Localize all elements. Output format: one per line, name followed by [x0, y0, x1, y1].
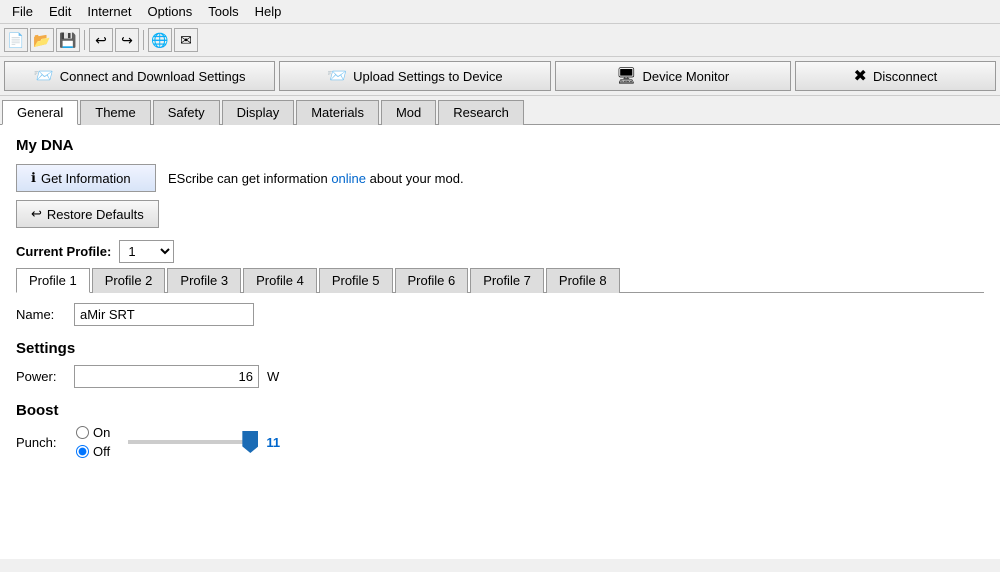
tab-display[interactable]: Display [222, 100, 295, 125]
info-text: EScribe can get information online about… [168, 171, 464, 186]
profile-tab-2[interactable]: Profile 2 [92, 268, 166, 293]
disconnect-label: Disconnect [873, 69, 937, 84]
profile-tab-4[interactable]: Profile 4 [243, 268, 317, 293]
device-monitor-button[interactable]: 🖥 Device Monitor [555, 61, 791, 91]
tab-materials[interactable]: Materials [296, 100, 379, 125]
my-dna-title: My DNA [16, 137, 984, 154]
profile-tab-1[interactable]: Profile 1 [16, 268, 90, 293]
tab-mod[interactable]: Mod [381, 100, 436, 125]
toolbar: 📄 📂 💾 ↩ ↪ 🌐 ✉ [0, 24, 1000, 57]
profile-tab-6[interactable]: Profile 6 [395, 268, 469, 293]
tab-research[interactable]: Research [438, 100, 524, 125]
profile-tab-8[interactable]: Profile 8 [546, 268, 620, 293]
menu-file[interactable]: File [4, 2, 41, 21]
boost-title: Boost [16, 402, 984, 419]
get-info-label: Get Information [41, 171, 131, 186]
punch-radio-group: On Off [76, 425, 110, 459]
main-content: My DNA ℹ Get Information EScribe can get… [0, 125, 1000, 559]
profile-tab-bar: Profile 1 Profile 2 Profile 3 Profile 4 … [16, 267, 984, 293]
power-input[interactable] [74, 365, 259, 388]
get-info-row: ℹ Get Information EScribe can get inform… [16, 164, 984, 192]
menu-internet[interactable]: Internet [79, 2, 139, 21]
toolbar-internet[interactable]: 🌐 [148, 28, 172, 52]
disconnect-button[interactable]: ✖ Disconnect [795, 61, 996, 91]
boost-slider-value: 11 [266, 435, 280, 450]
boost-slider[interactable] [128, 440, 258, 444]
profile-select[interactable]: 1 2 3 4 5 6 7 8 [119, 240, 174, 263]
tab-general[interactable]: General [2, 100, 78, 125]
main-tab-bar: General Theme Safety Display Materials M… [0, 96, 1000, 125]
punch-label: Punch: [16, 435, 66, 450]
info-text-after: about your mod. [366, 171, 464, 186]
connect-label: Connect and Download Settings [60, 69, 246, 84]
punch-on-option[interactable]: On [76, 425, 110, 440]
restore-defaults-button[interactable]: ↩ Restore Defaults [16, 200, 159, 228]
menu-bar: File Edit Internet Options Tools Help [0, 0, 1000, 24]
name-label: Name: [16, 307, 66, 322]
name-input[interactable] [74, 303, 254, 326]
tab-safety[interactable]: Safety [153, 100, 220, 125]
power-label: Power: [16, 369, 66, 384]
upload-settings-button[interactable]: 📨 Upload Settings to Device [279, 61, 550, 91]
profile-selector: Current Profile: 1 2 3 4 5 6 7 8 [16, 240, 984, 263]
toolbar-redo[interactable]: ↪ [115, 28, 139, 52]
restore-row: ↩ Restore Defaults [16, 200, 984, 228]
upload-icon: 📨 [327, 66, 347, 86]
profile-tab-5[interactable]: Profile 5 [319, 268, 393, 293]
profile-tab-3[interactable]: Profile 3 [167, 268, 241, 293]
menu-edit[interactable]: Edit [41, 2, 79, 21]
menu-options[interactable]: Options [139, 2, 200, 21]
punch-on-label: On [93, 425, 110, 440]
connect-download-button[interactable]: 📨 Connect and Download Settings [4, 61, 275, 91]
boost-slider-container: 11 [128, 435, 280, 450]
restore-label: Restore Defaults [47, 207, 144, 222]
monitor-icon: 🖥 [616, 66, 636, 86]
get-information-button[interactable]: ℹ Get Information [16, 164, 156, 192]
punch-off-label: Off [93, 444, 110, 459]
toolbar-open[interactable]: 📂 [30, 28, 54, 52]
disconnect-icon: ✖ [854, 66, 867, 86]
menu-help[interactable]: Help [247, 2, 290, 21]
punch-row: Punch: On Off 11 [16, 425, 984, 459]
toolbar-email[interactable]: ✉ [174, 28, 198, 52]
monitor-label: Device Monitor [642, 69, 729, 84]
toolbar-separator-2 [143, 30, 144, 50]
action-bar: 📨 Connect and Download Settings 📨 Upload… [0, 57, 1000, 96]
connect-icon: 📨 [34, 66, 54, 86]
menu-tools[interactable]: Tools [200, 2, 246, 21]
toolbar-separator-1 [84, 30, 85, 50]
info-icon: ℹ [31, 170, 36, 186]
info-text-before: EScribe can get information [168, 171, 331, 186]
toolbar-save[interactable]: 💾 [56, 28, 80, 52]
profile-tab-7[interactable]: Profile 7 [470, 268, 544, 293]
tab-theme[interactable]: Theme [80, 100, 150, 125]
toolbar-new[interactable]: 📄 [4, 28, 28, 52]
power-unit: W [267, 369, 279, 384]
punch-off-option[interactable]: Off [76, 444, 110, 459]
current-profile-label: Current Profile: [16, 244, 111, 259]
upload-label: Upload Settings to Device [353, 69, 503, 84]
punch-off-radio[interactable] [76, 445, 89, 458]
punch-on-radio[interactable] [76, 426, 89, 439]
restore-icon: ↩ [31, 206, 42, 222]
power-field-row: Power: W [16, 365, 984, 388]
settings-title: Settings [16, 340, 984, 357]
online-link[interactable]: online [331, 171, 366, 186]
toolbar-undo[interactable]: ↩ [89, 28, 113, 52]
name-field-row: Name: [16, 303, 984, 326]
